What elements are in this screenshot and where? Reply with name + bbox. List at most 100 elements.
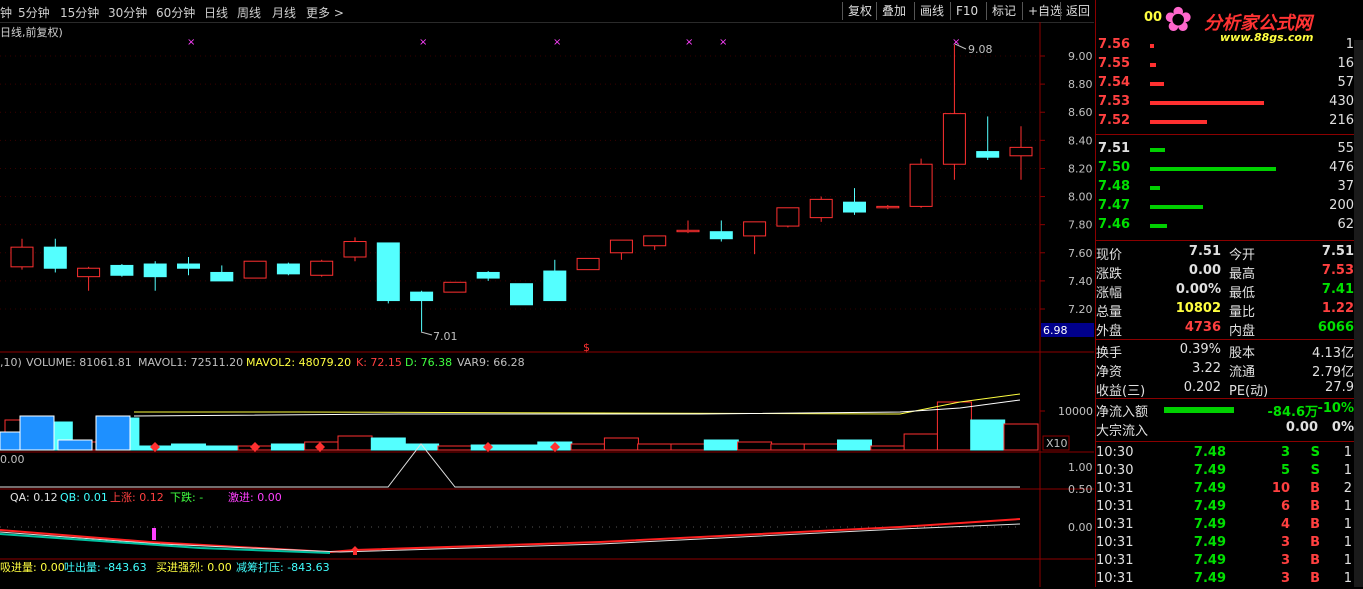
ask-row: 7.55 16 — [1096, 56, 1358, 74]
toolbar-button-2[interactable]: 画线 — [914, 2, 949, 20]
bid-row: 7.48 37 — [1096, 179, 1358, 197]
period-tab-4[interactable]: 60分钟 — [156, 4, 195, 21]
tick-count: 2 — [1343, 481, 1352, 496]
price-tick-label: 7.40 — [1068, 275, 1093, 288]
volume-bar — [171, 443, 206, 451]
tick-count: 1 — [1343, 517, 1352, 532]
volume-bar — [803, 443, 839, 451]
toolbar-button-4[interactable]: 标记 — [986, 2, 1021, 20]
tick-price: 7.49 — [1193, 499, 1226, 514]
annotation-low-arrow — [420, 331, 433, 336]
tick-volume: 4 — [1280, 517, 1290, 532]
bid-price: 7.48 — [1098, 179, 1131, 194]
toolbar-button-3[interactable]: F10 — [950, 2, 983, 20]
signal-mark: × — [685, 37, 693, 48]
volume-bar — [204, 445, 240, 451]
ask-price: 7.55 — [1098, 56, 1131, 71]
period-tab-2[interactable]: 15分钟 — [60, 4, 99, 21]
candle-body — [276, 263, 300, 275]
price-marker-label: 6.98 — [1043, 324, 1068, 337]
ask-volume: 57 — [1337, 75, 1354, 90]
tick-price: 7.49 — [1193, 571, 1226, 586]
tick-row: 10:31 7.49 3 B 1 — [1096, 553, 1358, 571]
net-flow-pct: -10% — [1317, 401, 1354, 416]
toolbar-button-6[interactable]: 返回 — [1060, 2, 1095, 20]
bid-bar — [1150, 224, 1167, 228]
price-tick-label: 8.00 — [1068, 191, 1093, 204]
volume-bar-history — [19, 415, 55, 451]
ask-bar — [1150, 120, 1207, 124]
tick-volume: 3 — [1280, 445, 1290, 460]
volume-bar-history — [95, 415, 131, 451]
scrollbar[interactable] — [1354, 40, 1363, 587]
candle-body — [843, 201, 866, 213]
tick-row: 10:30 7.49 5 S 1 — [1096, 463, 1358, 481]
quote-value-2: 7.51 — [1321, 244, 1354, 259]
tick-price: 7.49 — [1193, 463, 1226, 478]
bid-bar — [1150, 167, 1276, 171]
osc-legend: 0.00 — [0, 453, 25, 466]
period-tab-7[interactable]: 月线 — [272, 4, 296, 21]
bid-volume: 37 — [1337, 179, 1354, 194]
kline-chart[interactable]: 9.00 8.80 8.60 8.40 8.20 8.00 7.80 7.60 7.40 7.20… — [0, 22, 1094, 587]
candle-body — [177, 263, 200, 269]
annotation-high: 9.08 — [968, 43, 993, 56]
bid-price: 7.46 — [1098, 217, 1131, 232]
period-tab-8[interactable]: 更多 > — [306, 4, 344, 21]
period-tab-6[interactable]: 周线 — [237, 4, 261, 21]
tick-row: 10:31 7.49 3 B 1 — [1096, 535, 1358, 553]
tick-row: 10:31 7.49 10 B 2 — [1096, 481, 1358, 499]
price-tick-label: 9.00 — [1068, 50, 1093, 63]
tick-time: 10:31 — [1096, 481, 1134, 496]
tick-side: B — [1310, 571, 1320, 586]
orderbook-separator — [1096, 134, 1358, 135]
qa-legend-4: 激进: 0.00 — [228, 490, 282, 504]
ask-price: 7.53 — [1098, 94, 1131, 109]
ask-price: 7.56 — [1098, 37, 1131, 52]
tick-count: 1 — [1343, 499, 1352, 514]
period-tab-0[interactable]: 钟 — [0, 4, 12, 21]
ask-volume: 430 — [1329, 94, 1354, 109]
tick-side: B — [1310, 499, 1320, 514]
period-tab-1[interactable]: 5分钟 — [18, 4, 50, 21]
quote-label-2: 量比 — [1229, 305, 1256, 320]
quote-row: 涨跌 0.00 最高 7.53 — [1096, 263, 1358, 282]
big-flow-row: 大宗流入 0.00 0% — [1096, 420, 1358, 439]
flow-separator — [1096, 398, 1358, 399]
tick-time: 10:30 — [1096, 463, 1134, 478]
price-tick-label: 7.80 — [1068, 219, 1093, 232]
ask-row: 7.52 216 — [1096, 113, 1358, 131]
tick-time: 10:31 — [1096, 553, 1134, 568]
stock-code: 00 — [1144, 10, 1163, 25]
bid-bar — [1150, 205, 1203, 209]
candle-body — [443, 281, 467, 293]
volume-unit-label: X10 — [1046, 437, 1068, 450]
toolbar-button-1[interactable]: 叠加 — [876, 2, 911, 20]
period-toolbar: 钟 5分钟 15分钟 30分钟 60分钟 日线 周线 月线 更多 > 复权 叠加 画线 F10 标记 +自选… — [0, 0, 1094, 23]
fund-row: 收益(三) 0.202 PE(动) 27.9 — [1096, 380, 1358, 399]
fund-value: 3.22 — [1192, 361, 1221, 376]
bid-volume: 476 — [1329, 160, 1354, 175]
osc-axis-label-1: 0.50 — [1068, 483, 1093, 496]
candle-body — [343, 241, 367, 258]
bottom-legend-3: 减筹打压: -843.63 — [236, 560, 330, 574]
tick-time: 10:31 — [1096, 535, 1134, 550]
signal-mark: × — [952, 37, 960, 48]
period-tab-3[interactable]: 30分钟 — [108, 4, 147, 21]
tick-side: B — [1310, 553, 1320, 568]
quote-value-2: 7.53 — [1321, 263, 1354, 278]
candle-body — [410, 291, 434, 302]
net-flow-value: -84.6万 — [1267, 405, 1318, 420]
tick-row: 10:30 7.48 3 S 1 — [1096, 445, 1358, 463]
tick-volume: 10 — [1271, 481, 1290, 496]
toolbar-button-0[interactable]: 复权 — [842, 2, 877, 20]
price-tick-label: 8.40 — [1068, 134, 1093, 147]
quote-label-2: 内盘 — [1229, 324, 1256, 339]
tick-count: 1 — [1343, 535, 1352, 550]
candle-body — [210, 271, 234, 282]
quote-row: 外盘 4736 内盘 6066 — [1096, 320, 1358, 339]
fund-label: 净资 — [1096, 365, 1123, 380]
period-tab-5[interactable]: 日线 — [204, 4, 228, 21]
ask-row: 7.56 1 — [1096, 37, 1358, 55]
quote-value-2: 6066 — [1317, 320, 1354, 335]
